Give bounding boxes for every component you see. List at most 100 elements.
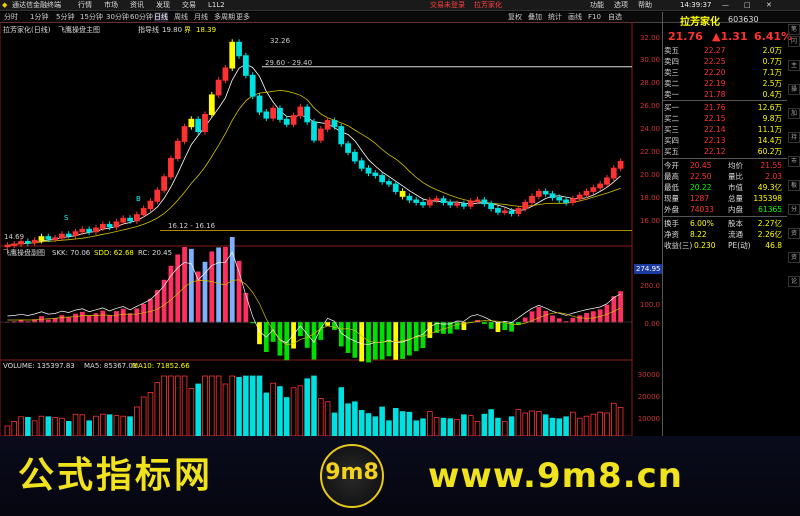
volume-bar <box>154 382 161 436</box>
sub-histogram-bar <box>584 313 589 323</box>
sub-histogram-bar <box>297 322 303 337</box>
menu-jiaoyi[interactable]: 交易 <box>182 0 196 11</box>
side-tab[interactable]: 持 <box>788 132 800 143</box>
volume-bar <box>59 417 65 436</box>
stat-row: 收益(三) 0.230 PE(动) 46.8 <box>664 241 782 250</box>
candle-body <box>358 160 365 169</box>
candle-body <box>72 231 79 236</box>
volume-bar <box>45 416 52 436</box>
menu-faxian[interactable]: 发现 <box>156 0 170 11</box>
candle-body <box>556 197 563 201</box>
sub-histogram-bar <box>277 322 283 356</box>
volume-bar <box>399 411 406 436</box>
sub-histogram-bar <box>93 313 99 323</box>
close-icon[interactable]: ✕ <box>766 0 772 11</box>
menu-zixun[interactable]: 资讯 <box>130 0 144 11</box>
watermark-banner: 公式指标网 9m8 www.9m8.cn <box>0 436 800 516</box>
volume-bar <box>202 375 208 436</box>
candle-body <box>168 157 174 178</box>
volume-bar <box>536 411 542 436</box>
resistance-label: 29.60 - 29.40 <box>265 59 313 67</box>
candle-body <box>65 233 72 237</box>
volume-bar <box>134 406 140 436</box>
watermark-logo-text: 9m8 <box>325 460 379 485</box>
candle-body <box>174 140 181 159</box>
menu-gongneng[interactable]: 功能 <box>590 0 604 11</box>
volume-bar <box>352 401 358 436</box>
menu-l1l2[interactable]: L1L2 <box>208 0 225 11</box>
volume-bar <box>79 414 86 436</box>
divider <box>663 100 787 101</box>
side-tab[interactable]: 市 <box>788 156 800 167</box>
volume-bar <box>86 420 92 436</box>
volume-bar <box>610 402 617 436</box>
trade-status[interactable]: 交易未登录 <box>430 0 465 11</box>
side-tab[interactable]: 论 <box>788 276 800 287</box>
candle-body <box>86 228 93 233</box>
side-tab[interactable]: 闪 <box>788 36 800 47</box>
candle-body <box>93 227 99 233</box>
sub-histogram-bar <box>114 311 119 323</box>
side-tab[interactable]: 分 <box>788 204 800 215</box>
side-tab[interactable]: 笔 <box>788 24 800 35</box>
side-tab[interactable]: 资 <box>788 228 800 239</box>
app-title: 通达信金融终端 <box>12 1 61 9</box>
volume-bar <box>604 412 610 436</box>
sub-histogram-bar <box>182 246 187 323</box>
candle-body <box>208 94 215 115</box>
bid-row: 买五 22.12 60.2万 <box>664 147 782 156</box>
volume-bar <box>113 415 120 436</box>
maximize-icon[interactable]: □ <box>744 0 751 11</box>
candle-body <box>181 126 188 142</box>
volume-bar <box>386 420 392 436</box>
sub-histogram-bar <box>318 322 324 340</box>
volume-bar <box>31 420 38 436</box>
price-change: ▲1.31 <box>712 30 748 43</box>
ma-line-long <box>7 89 621 246</box>
ma10-value: MA10: 71852.66 <box>132 362 190 370</box>
candle-body <box>474 199 481 202</box>
title-bar: ◆ 通达信金融终端 行情 市场 资讯 发现 交易 L1L2 交易未登录 拉芳家化… <box>0 0 800 11</box>
candle-body <box>59 233 65 239</box>
menu-hangqing[interactable]: 行情 <box>78 0 92 11</box>
stat-row: 现量 1287 总量 135398 <box>664 194 782 203</box>
ma5-value: MA5: 85367.01 <box>84 362 138 370</box>
volume-bar <box>617 407 624 436</box>
stat-row: 今开 20.45 均价 21.55 <box>664 161 782 170</box>
volume-bar <box>100 413 106 436</box>
volume-bar <box>222 383 229 436</box>
candle-body <box>406 195 413 201</box>
candle-body <box>317 128 324 141</box>
stat-row: 净资 8.22 流通 2.26亿 <box>664 230 782 239</box>
candle-body <box>610 167 617 179</box>
candle-body <box>133 214 140 222</box>
volume-bar <box>93 415 99 436</box>
candle-body <box>304 106 311 123</box>
candle-body <box>345 143 351 153</box>
volume-bar <box>72 413 79 436</box>
sub-histogram-bar <box>488 322 494 329</box>
minimize-icon[interactable]: — <box>722 0 729 11</box>
volume-bar <box>522 412 528 436</box>
candle-body <box>113 221 120 228</box>
sub-histogram-bar <box>372 322 378 360</box>
volume-bar <box>392 407 399 436</box>
sub-histogram-bar <box>495 322 501 333</box>
volume-bar <box>508 416 515 436</box>
volume-bar <box>18 416 24 436</box>
side-tab[interactable]: 操 <box>788 84 800 95</box>
side-tab[interactable]: 资 <box>788 252 800 263</box>
side-tab[interactable]: 加 <box>788 108 800 119</box>
sub-histogram-bar <box>188 248 194 323</box>
sub-y-tick: 0.00 <box>644 320 660 328</box>
sub-histogram-bar <box>216 247 221 323</box>
menu-xuanxiang[interactable]: 选项 <box>614 0 628 11</box>
stock-code: 603630 <box>728 15 759 24</box>
menu-bangzhu[interactable]: 帮助 <box>638 0 652 11</box>
side-tab[interactable]: 板 <box>788 180 800 191</box>
divider <box>663 216 787 217</box>
menu-shichang[interactable]: 市场 <box>104 0 118 11</box>
candlestick-chart[interactable] <box>0 22 636 436</box>
side-tab[interactable]: 主 <box>788 60 800 71</box>
volume-bar <box>433 416 440 436</box>
